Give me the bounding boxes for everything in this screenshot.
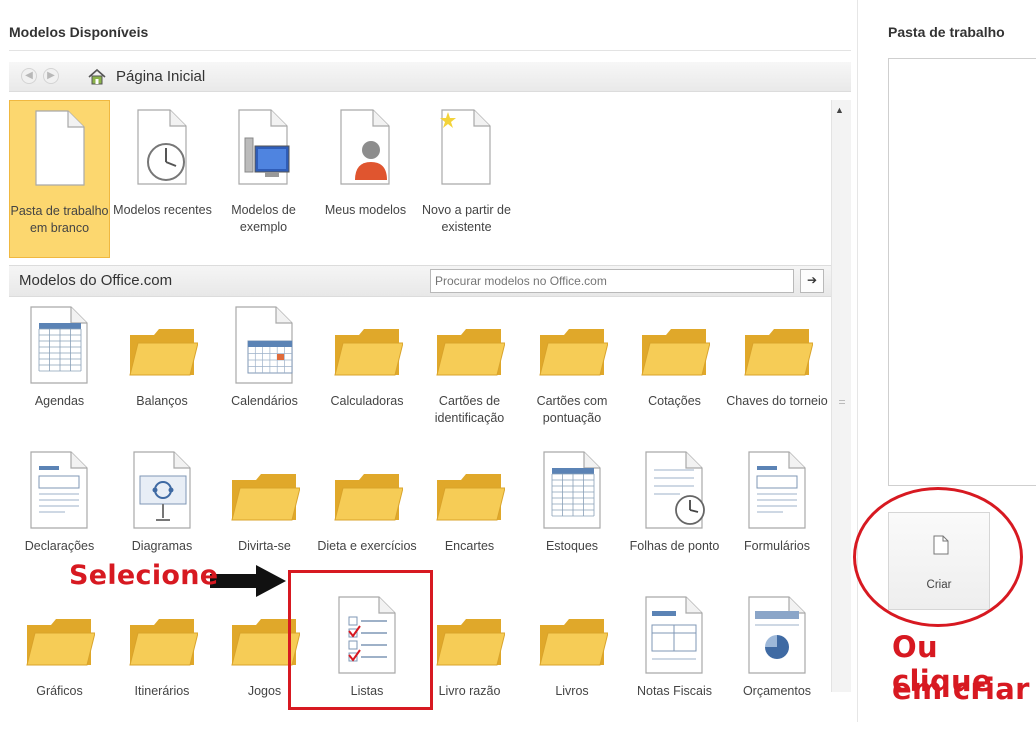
office-template-label: Estoques <box>545 539 599 553</box>
template-tile-3[interactable]: Meus modelos <box>315 100 416 258</box>
office-template-label: Calendários <box>231 394 298 408</box>
office-template-2-0[interactable]: Gráficos <box>9 595 110 731</box>
office-templates-bar: Modelos do Office.com ➔ <box>9 265 831 297</box>
template-tile-label: Novo a partir de existente <box>422 203 511 234</box>
spreadsheet-icon <box>538 450 608 530</box>
spreadsheet-icon <box>25 305 95 385</box>
template-tile-label: Meus modelos <box>324 203 407 217</box>
folder-icon <box>538 305 609 385</box>
office-template-2-5[interactable]: Livros <box>522 595 623 731</box>
office-template-label: Diagramas <box>131 539 193 553</box>
template-tile-label: Pasta de trabalho em branco <box>10 204 109 235</box>
calendar-icon <box>230 305 300 385</box>
invoice-icon <box>640 595 710 675</box>
folder-icon <box>333 305 404 385</box>
search-go-icon[interactable]: ➔ <box>800 269 824 293</box>
office-template-2-7[interactable]: Orçamentos <box>727 595 828 731</box>
workbook-preview <box>888 58 1036 486</box>
folder-icon <box>435 305 506 385</box>
clock-document-icon <box>134 108 190 186</box>
office-template-0-2[interactable]: Calendários <box>214 305 315 441</box>
navigation-bar: ◀ ▶ Página Inicial <box>9 62 851 92</box>
office-template-2-4[interactable]: Livro razão <box>419 595 520 731</box>
office-template-label: Divirta-se <box>238 539 291 553</box>
office-template-label: Balanços <box>136 394 188 408</box>
office-template-1-3[interactable]: Dieta e exercícios <box>317 450 418 586</box>
office-template-label: Formulários <box>744 539 810 553</box>
pane-divider <box>857 0 858 722</box>
user-templates-icon <box>337 108 393 186</box>
sample-templates-icon <box>235 108 291 186</box>
office-template-label: Chaves do torneio <box>726 394 828 408</box>
form-document-icon <box>25 450 95 530</box>
office-template-0-1[interactable]: Balanços <box>112 305 213 441</box>
annotation-arrow-icon <box>210 565 286 597</box>
office-template-0-0[interactable]: Agendas <box>9 305 110 441</box>
office-template-1-5[interactable]: Estoques <box>522 450 623 586</box>
folder-icon <box>743 305 814 385</box>
office-template-label: Folhas de ponto <box>629 539 720 553</box>
office-template-label: Calculadoras <box>330 394 404 408</box>
office-template-1-6[interactable]: Folhas de ponto <box>624 450 725 586</box>
home-icon[interactable] <box>87 67 107 87</box>
office-template-label: Agendas <box>34 394 85 408</box>
office-template-label: Livros <box>555 684 589 698</box>
scroll-grip[interactable] <box>839 400 845 404</box>
office-template-0-7[interactable]: Chaves do torneio <box>726 305 828 441</box>
office-template-label: Declarações <box>24 539 95 553</box>
template-tile-label: Modelos de exemplo <box>231 203 296 234</box>
folder-icon <box>128 305 199 385</box>
home-breadcrumb[interactable]: Página Inicial <box>116 68 205 85</box>
template-tile-label: Modelos recentes <box>113 203 212 217</box>
timesheet-icon <box>640 450 710 530</box>
annotation-circle <box>853 487 1023 627</box>
office-template-0-3[interactable]: Calculadoras <box>317 305 418 441</box>
office-template-1-7[interactable]: Formulários <box>727 450 828 586</box>
office-template-label: Orçamentos <box>742 684 812 698</box>
annotation-select-box <box>288 570 433 710</box>
template-tile-4[interactable]: Novo a partir de existente <box>416 100 517 258</box>
office-template-label: Cartões com pontuação <box>536 394 608 425</box>
folder-icon <box>333 450 404 530</box>
office-template-2-6[interactable]: Notas Fiscais <box>624 595 725 731</box>
title-divider <box>9 50 851 51</box>
blank-document-icon <box>32 109 88 187</box>
template-tile-0[interactable]: Pasta de trabalho em branco <box>9 100 110 258</box>
office-template-label: Encartes <box>444 539 495 553</box>
folder-icon <box>128 595 199 675</box>
office-template-1-4[interactable]: Encartes <box>419 450 520 586</box>
scroll-up-icon[interactable]: ▲ <box>835 105 844 115</box>
back-arrow-icon[interactable]: ◀ <box>21 68 37 84</box>
template-tile-1[interactable]: Modelos recentes <box>112 100 213 258</box>
folder-icon <box>435 450 506 530</box>
annotation-select-text: Selecione <box>69 560 219 591</box>
office-template-0-4[interactable]: Cartões de identificação <box>419 305 520 441</box>
new-from-existing-icon <box>438 108 494 186</box>
available-templates-title: Modelos Disponíveis <box>9 24 149 40</box>
annotation-click-text-line2: em criar <box>892 672 1030 706</box>
office-template-label: Notas Fiscais <box>636 684 713 698</box>
office-search-input[interactable] <box>430 269 794 293</box>
office-templates-label: Modelos do Office.com <box>19 272 173 289</box>
folder-icon <box>640 305 711 385</box>
form-document-icon <box>743 450 813 530</box>
office-template-label: Gráficos <box>36 684 83 698</box>
workbook-preview-title: Pasta de trabalho <box>888 24 1005 40</box>
folder-icon <box>538 595 609 675</box>
folder-icon <box>25 595 96 675</box>
office-template-0-5[interactable]: Cartões com pontuação <box>522 305 623 441</box>
office-template-label: Cartões de identificação <box>434 394 505 425</box>
office-template-label: Itinerários <box>134 684 190 698</box>
office-template-label: Dieta e exercícios <box>317 539 417 553</box>
folder-icon <box>435 595 506 675</box>
office-template-label: Cotações <box>648 394 701 408</box>
budget-chart-icon <box>743 595 813 675</box>
office-template-2-1[interactable]: Itinerários <box>112 595 213 731</box>
folder-icon <box>230 450 301 530</box>
diagram-icon <box>128 450 198 530</box>
forward-arrow-icon[interactable]: ▶ <box>43 68 59 84</box>
gallery-scrollbar[interactable]: ▲ <box>831 100 851 692</box>
office-template-0-6[interactable]: Cotações <box>624 305 725 441</box>
template-tile-2[interactable]: Modelos de exemplo <box>213 100 314 258</box>
